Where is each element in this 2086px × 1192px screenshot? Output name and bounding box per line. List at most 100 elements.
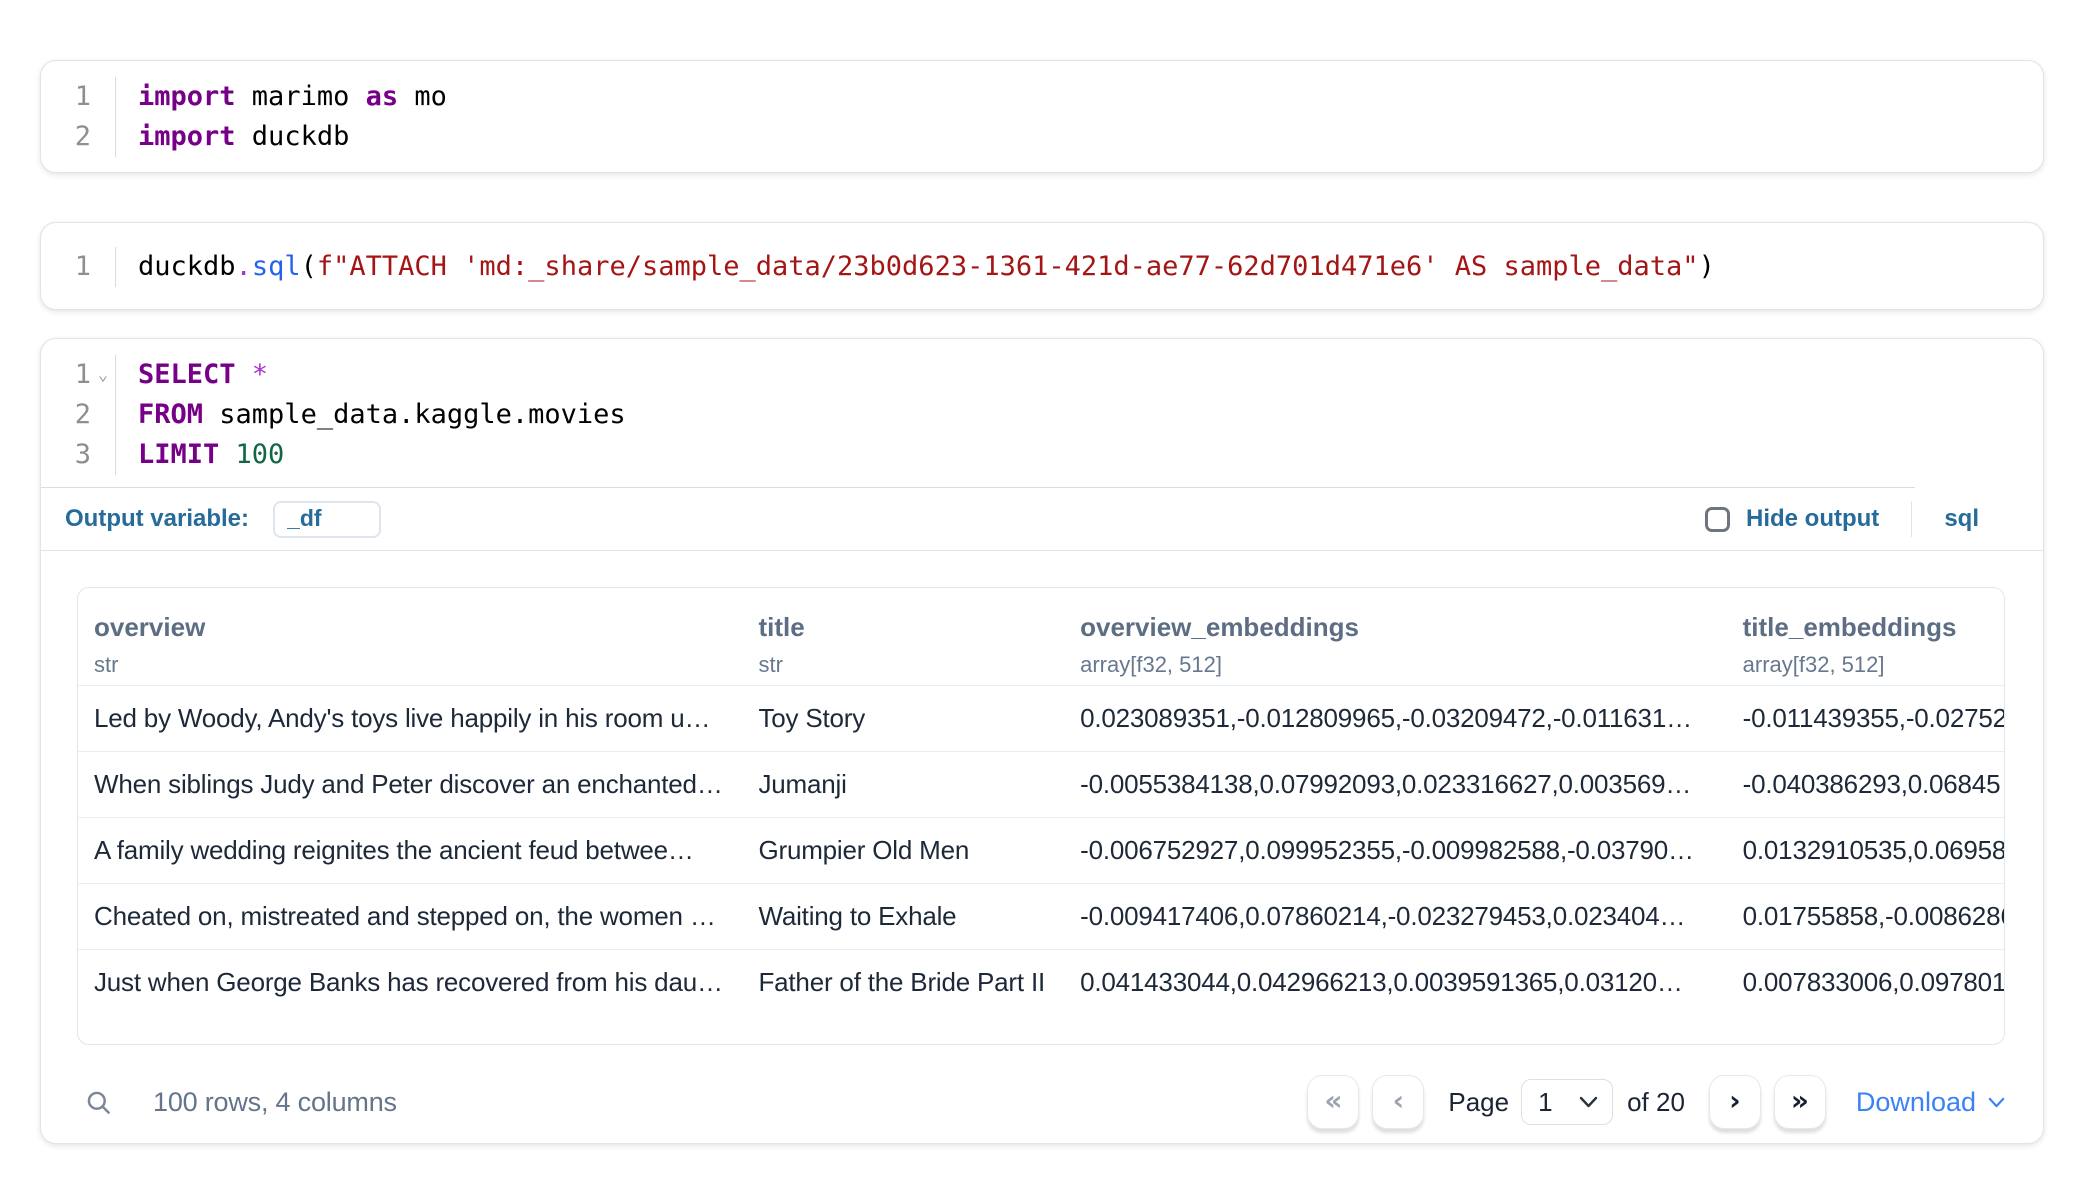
table-row: Led by Woody, Andy's toys live happily i… — [78, 685, 2004, 751]
line-number: 2 — [41, 117, 91, 157]
code-line: 1 import marimo as mo — [41, 77, 2043, 117]
cell-overview-embeddings: -0.0055384138,0.07992093,0.023316627,0.0… — [1064, 769, 1727, 800]
output-variable-label: Output variable: — [65, 505, 249, 533]
code-token: duckdb — [236, 121, 350, 152]
cell-title-embeddings: -0.040386293,0.06845 — [1727, 769, 2004, 800]
language-button[interactable]: sql — [1944, 505, 1979, 533]
line-number: 1 — [41, 247, 91, 287]
code-content[interactable]: import duckdb — [115, 117, 2043, 157]
table-footer: 100 rows, 4 columns « ‹ Page 1 of 20 › »… — [77, 1069, 2005, 1135]
code-content[interactable]: LIMIT 100 — [115, 435, 2043, 475]
cell-title-embeddings: 0.007833006,0.097801 — [1727, 967, 2004, 998]
code-content[interactable]: SELECT * — [115, 355, 2043, 395]
table-row: A family wedding reignites the ancient f… — [78, 817, 2004, 883]
cell-title-embeddings: 0.01755858,-0.0086286 — [1727, 901, 2004, 932]
code-editor[interactable]: 1 duckdb.sql(f"ATTACH 'md:_share/sample_… — [41, 223, 2043, 309]
cell-overview: Led by Woody, Andy's toys live happily i… — [78, 703, 742, 734]
notebook-cell-imports: 1 import marimo as mo 2 import duckdb — [40, 60, 2044, 173]
line-number-gutter: 2 — [41, 395, 115, 435]
column-name: title — [758, 612, 1064, 643]
code-token: import — [138, 121, 236, 152]
cell-title: Toy Story — [742, 703, 1064, 734]
cell-title-embeddings: -0.011439355,-0.02752 — [1727, 703, 2004, 734]
page-select-value: 1 — [1538, 1087, 1552, 1118]
cell-overview-embeddings: -0.006752927,0.099952355,-0.009982588,-0… — [1064, 835, 1727, 866]
code-editor[interactable]: 1 import marimo as mo 2 import duckdb — [41, 61, 2043, 169]
code-line: 2 import duckdb — [41, 117, 2043, 157]
line-number: 3 — [41, 435, 91, 475]
cell-title: Grumpier Old Men — [742, 835, 1064, 866]
pagination: « ‹ Page 1 of 20 › » Download — [1307, 1075, 2005, 1129]
chevron-down-icon — [1579, 1096, 1598, 1108]
page-select[interactable]: 1 — [1521, 1079, 1613, 1125]
code-token: FROM — [138, 399, 203, 430]
column-header[interactable]: overview str — [78, 612, 742, 685]
cell-overview-embeddings: 0.023089351,-0.012809965,-0.03209472,-0.… — [1064, 703, 1727, 734]
cell-overview: Cheated on, mistreated and stepped on, t… — [78, 901, 742, 932]
sql-cell-toolbar: Output variable: Hide output sql — [41, 488, 2043, 550]
code-token: SELECT — [138, 359, 236, 390]
cell-overview: A family wedding reignites the ancient f… — [78, 835, 742, 866]
code-token: sql — [252, 251, 301, 282]
code-token: LIMIT — [138, 439, 219, 470]
column-type: str — [758, 652, 1064, 678]
column-type: array[f32, 512] — [1080, 652, 1727, 678]
cell-title: Waiting to Exhale — [742, 901, 1064, 932]
column-header[interactable]: title_embeddings array[f32, 512] — [1727, 612, 2004, 685]
code-line: 1 duckdb.sql(f"ATTACH 'md:_share/sample_… — [41, 247, 2043, 287]
column-type: str — [94, 652, 742, 678]
notebook-cell-sql: 1 ⌄ SELECT * 2 FROM sample_data.kaggle.m… — [40, 338, 2044, 1144]
search-icon[interactable] — [81, 1085, 115, 1119]
column-name: overview_embeddings — [1080, 612, 1727, 643]
cell-overview: When siblings Judy and Peter discover an… — [78, 769, 742, 800]
dataframe-table: overview str title str overview_embeddin… — [77, 587, 2005, 1045]
code-editor[interactable]: 1 ⌄ SELECT * 2 FROM sample_data.kaggle.m… — [41, 339, 2043, 487]
download-button[interactable]: Download — [1856, 1087, 2005, 1118]
code-token: ( — [301, 251, 317, 282]
first-page-button[interactable]: « — [1307, 1075, 1359, 1129]
hide-output-label[interactable]: Hide output — [1746, 505, 1879, 533]
code-token: as — [366, 81, 399, 112]
code-token: sample_data.kaggle.movies — [203, 399, 626, 430]
table-row: When siblings Judy and Peter discover an… — [78, 751, 2004, 817]
code-token: f"ATTACH 'md:_share/sample_data/23b0d623… — [317, 251, 1699, 282]
code-token: import — [138, 81, 236, 112]
fold-chevron-icon[interactable]: ⌄ — [91, 355, 115, 395]
cell-output: overview str title str overview_embeddin… — [41, 551, 2043, 1135]
output-variable-input[interactable] — [273, 501, 381, 538]
table-header-row: overview str title str overview_embeddin… — [78, 588, 2004, 685]
code-token: marimo — [236, 81, 366, 112]
line-number-gutter: 3 — [41, 435, 115, 475]
page-label: Page — [1448, 1087, 1509, 1118]
line-number-gutter: 1 ⌄ — [41, 355, 115, 395]
notebook-cell-attach: 1 duckdb.sql(f"ATTACH 'md:_share/sample_… — [40, 222, 2044, 310]
code-line: 1 ⌄ SELECT * — [41, 355, 2043, 395]
code-content[interactable]: duckdb.sql(f"ATTACH 'md:_share/sample_da… — [115, 247, 2043, 287]
table-row: Cheated on, mistreated and stepped on, t… — [78, 883, 2004, 949]
cell-overview-embeddings: -0.009417406,0.07860214,-0.023279453,0.0… — [1064, 901, 1727, 932]
toolbar-divider — [1911, 501, 1912, 537]
line-number-gutter: 1 — [41, 77, 115, 117]
cell-title: Jumanji — [742, 769, 1064, 800]
column-header[interactable]: title str — [742, 612, 1064, 685]
line-number: 1 — [41, 355, 91, 395]
next-page-button[interactable]: › — [1709, 1075, 1761, 1129]
cell-overview-embeddings: 0.041433044,0.042966213,0.0039591365,0.0… — [1064, 967, 1727, 998]
code-content[interactable]: import marimo as mo — [115, 77, 2043, 117]
code-content[interactable]: FROM sample_data.kaggle.movies — [115, 395, 2043, 435]
column-name: title_embeddings — [1743, 612, 2004, 643]
column-name: overview — [94, 612, 742, 643]
chevron-down-icon — [1988, 1097, 2005, 1108]
code-token: 100 — [219, 439, 284, 470]
column-header[interactable]: overview_embeddings array[f32, 512] — [1064, 612, 1727, 685]
line-number: 2 — [41, 395, 91, 435]
cell-title: Father of the Bride Part II — [742, 967, 1064, 998]
hide-output-checkbox[interactable] — [1705, 507, 1730, 532]
line-number-gutter: 1 — [41, 247, 115, 287]
last-page-button[interactable]: » — [1774, 1075, 1826, 1129]
code-token: duckdb — [138, 251, 236, 282]
code-token: mo — [398, 81, 447, 112]
cell-title-embeddings: 0.0132910535,0.06958 — [1727, 835, 2004, 866]
code-token: ) — [1699, 251, 1715, 282]
previous-page-button[interactable]: ‹ — [1372, 1075, 1424, 1129]
